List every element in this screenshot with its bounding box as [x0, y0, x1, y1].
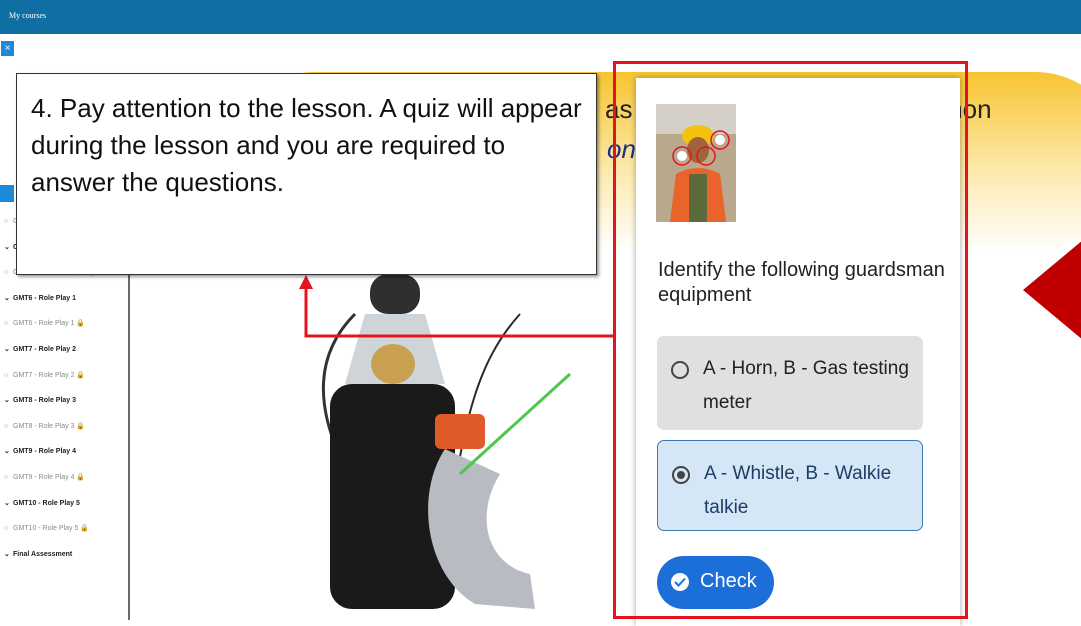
circle-icon: ○	[4, 269, 9, 277]
sidebar-item-label: GMT10 - Role Play 5	[13, 499, 80, 507]
sidebar-section-header[interactable]: ⌄ GMT8 - Role Play 3	[4, 396, 76, 404]
sidebar-section-header[interactable]: ⌄ GMT10 - Role Play 5	[4, 499, 80, 507]
sidebar-section-header[interactable]: ⌄ GMT7 - Role Play 2	[4, 345, 76, 353]
lock-icon: 🔒	[78, 525, 90, 533]
chevron-down-icon: ⌄	[4, 448, 10, 456]
instruction-callout: 4. Pay attention to the lesson. A quiz w…	[16, 73, 597, 275]
sidebar-item-label: GMT6 - Role Play 1	[13, 320, 75, 328]
top-navigation-bar: My courses	[0, 0, 1081, 34]
lock-icon: 🔒	[74, 371, 86, 379]
circle-icon: ○	[4, 371, 9, 379]
sidebar-item-label: Final Assessment	[13, 550, 73, 558]
chevron-down-icon: ⌄	[4, 397, 10, 405]
sidebar-lesson-item[interactable]: ○ GMT8 - Role Play 3 🔒	[4, 422, 85, 430]
circle-icon: ○	[4, 525, 9, 533]
active-lesson-marker	[0, 185, 14, 202]
quiz-highlight-frame	[613, 61, 968, 619]
chevron-down-icon: ⌄	[4, 243, 10, 251]
chevron-down-icon: ⌄	[4, 294, 10, 302]
chevron-down-icon: ⌄	[4, 346, 10, 353]
sidebar-item-label: GMT10 - Role Play 5	[13, 525, 79, 533]
sidebar-item-label: GMT7 - Role Play 2	[13, 346, 77, 353]
lock-icon: 🔒	[74, 474, 86, 481]
lock-icon: 🔒	[74, 422, 86, 430]
red-arrow-pointer	[1023, 241, 1081, 339]
chevron-down-icon: ⌄	[4, 499, 10, 507]
sidebar-lesson-item[interactable]: ○ GMT6 - Role Play 1 🔒	[4, 319, 85, 327]
circle-icon: ○	[4, 320, 9, 328]
sidebar-lesson-item[interactable]: ○ GMT10 - Role Play 5 🔒	[4, 524, 89, 532]
close-sidebar-button[interactable]: ×	[1, 41, 14, 56]
sidebar-lesson-item[interactable]: ○ GMT7 - Role Play 2 🔒	[4, 371, 85, 379]
sidebar-item-label: GMT7 - Role Play 2	[13, 371, 75, 379]
sidebar-item-label: GMT8 - Role Play 3	[13, 422, 75, 430]
circle-icon: ○	[4, 474, 9, 481]
chevron-down-icon: ⌄	[4, 550, 10, 558]
sidebar-section-header[interactable]: ⌄ Final Assessment	[4, 550, 72, 558]
sidebar-item-label: GMT9 - Role Play 4	[13, 448, 77, 456]
sidebar-item-label: GMT9 - Role Play 4	[13, 474, 75, 481]
circle-icon: ○	[4, 218, 9, 225]
sidebar-section-header[interactable]: ⌄ GMT9 - Role Play 4	[4, 447, 76, 455]
sidebar-item-label: GMT6 - Role Play 1	[13, 294, 77, 302]
lock-icon: 🔒	[74, 320, 86, 328]
sidebar-item-label: GMT8 - Role Play 3	[13, 397, 77, 405]
sidebar-section-header[interactable]: ⌄ GMT6 - Role Play 1	[4, 294, 76, 302]
sidebar-lesson-item[interactable]: ○ GMT9 - Role Play 4 🔒	[4, 473, 85, 481]
instruction-text: 4. Pay attention to the lesson. A quiz w…	[31, 93, 582, 197]
my-courses-link[interactable]: My courses	[9, 11, 46, 20]
air-horn-product-image	[321, 274, 572, 609]
circle-icon: ○	[4, 422, 9, 430]
